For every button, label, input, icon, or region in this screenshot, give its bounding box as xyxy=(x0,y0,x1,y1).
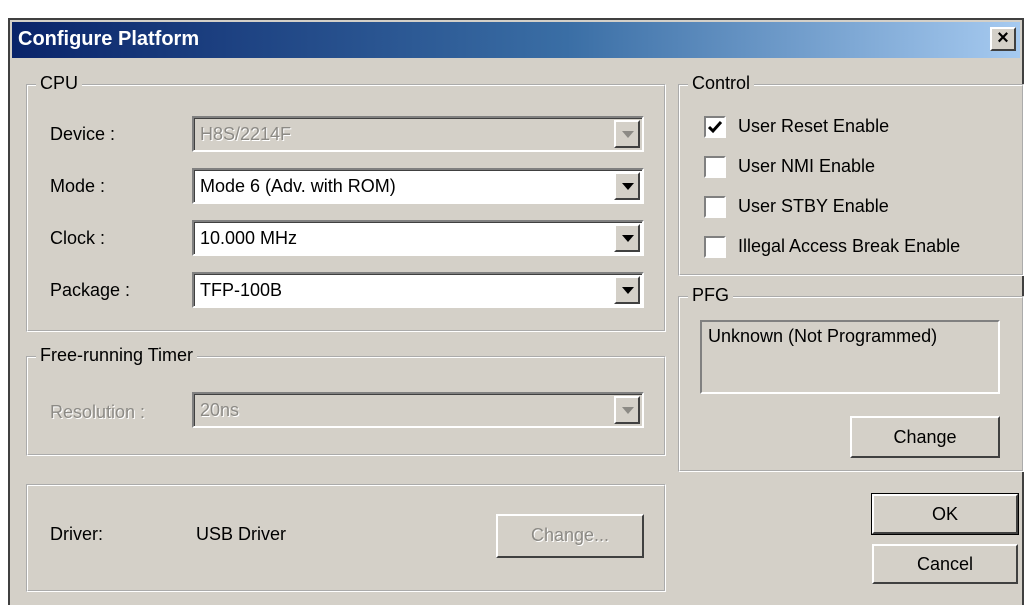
chevron-down-icon xyxy=(622,235,634,242)
chevron-down-icon xyxy=(622,131,634,138)
close-button[interactable]: × xyxy=(990,27,1016,51)
user-nmi-label[interactable]: User NMI Enable xyxy=(738,156,875,177)
driver-change-button[interactable]: Change... xyxy=(496,514,644,558)
mode-select[interactable]: Mode 6 (Adv. with ROM) xyxy=(192,168,644,204)
resolution-dropdown-button[interactable] xyxy=(614,396,640,424)
chevron-down-icon xyxy=(622,287,634,294)
ok-label: OK xyxy=(931,504,958,524)
illegal-access-label[interactable]: Illegal Access Break Enable xyxy=(738,236,960,257)
cancel-label: Cancel xyxy=(916,554,974,574)
pfg-group-title: PFG xyxy=(688,285,734,306)
ok-button[interactable]: OK xyxy=(871,493,1019,535)
user-stby-label[interactable]: User STBY Enable xyxy=(738,196,889,217)
cpu-group: CPU Device : H8S/2214F Mode : Mode 6 (Ad… xyxy=(26,73,666,332)
pfg-group: PFG Unknown (Not Programmed) Change xyxy=(678,285,1024,472)
check-icon xyxy=(708,121,722,134)
clock-value: 10.000 MHz xyxy=(200,228,298,248)
user-reset-label[interactable]: User Reset Enable xyxy=(738,116,889,137)
device-label: Device : xyxy=(50,124,116,144)
mode-value: Mode 6 (Adv. with ROM) xyxy=(200,176,396,196)
pfg-status-box: Unknown (Not Programmed) xyxy=(700,320,1000,394)
chevron-down-icon xyxy=(622,183,634,190)
pfg-change-label: Change xyxy=(893,427,957,447)
driver-label: Driver: xyxy=(50,524,103,544)
clock-dropdown-button[interactable] xyxy=(614,224,640,252)
user-stby-checkbox[interactable] xyxy=(704,196,726,218)
device-value: H8S/2214F xyxy=(200,124,292,144)
user-nmi-checkbox[interactable] xyxy=(704,156,726,178)
configure-platform-dialog: Configure Platform × CPU Device : H8S/22… xyxy=(8,18,1024,605)
close-icon: × xyxy=(997,27,1009,49)
illegal-access-checkbox[interactable] xyxy=(704,236,726,258)
resolution-label: Resolution : xyxy=(50,402,146,422)
package-value: TFP-100B xyxy=(200,280,283,300)
user-reset-checkbox[interactable] xyxy=(704,116,726,138)
driver-change-label: Change... xyxy=(530,525,610,545)
title-bar[interactable]: Configure Platform × xyxy=(12,22,1020,58)
pfg-change-button[interactable]: Change xyxy=(850,416,1000,458)
control-group: Control User Reset Enable User NMI Enabl… xyxy=(678,73,1024,276)
control-group-title: Control xyxy=(688,73,755,94)
package-select[interactable]: TFP-100B xyxy=(192,272,644,308)
mode-label: Mode : xyxy=(50,176,106,196)
window-title: Configure Platform xyxy=(18,28,200,50)
driver-group: Driver: USB Driver Change... xyxy=(26,484,666,592)
device-dropdown-button[interactable] xyxy=(614,120,640,148)
timer-group-title: Free-running Timer xyxy=(36,345,198,366)
clock-label: Clock : xyxy=(50,228,106,248)
mode-dropdown-button[interactable] xyxy=(614,172,640,200)
cancel-button[interactable]: Cancel xyxy=(872,544,1018,584)
resolution-value: 20ns xyxy=(200,400,240,420)
clock-select[interactable]: 10.000 MHz xyxy=(192,220,644,256)
package-label: Package : xyxy=(50,280,131,300)
cpu-group-title: CPU xyxy=(36,73,83,94)
pfg-status-text: Unknown (Not Programmed) xyxy=(708,326,938,346)
timer-group: Free-running Timer Resolution : 20ns xyxy=(26,345,666,456)
package-dropdown-button[interactable] xyxy=(614,276,640,304)
driver-value: USB Driver xyxy=(196,524,287,544)
device-select[interactable]: H8S/2214F xyxy=(192,116,644,152)
resolution-select[interactable]: 20ns xyxy=(192,392,644,428)
chevron-down-icon xyxy=(622,407,634,414)
